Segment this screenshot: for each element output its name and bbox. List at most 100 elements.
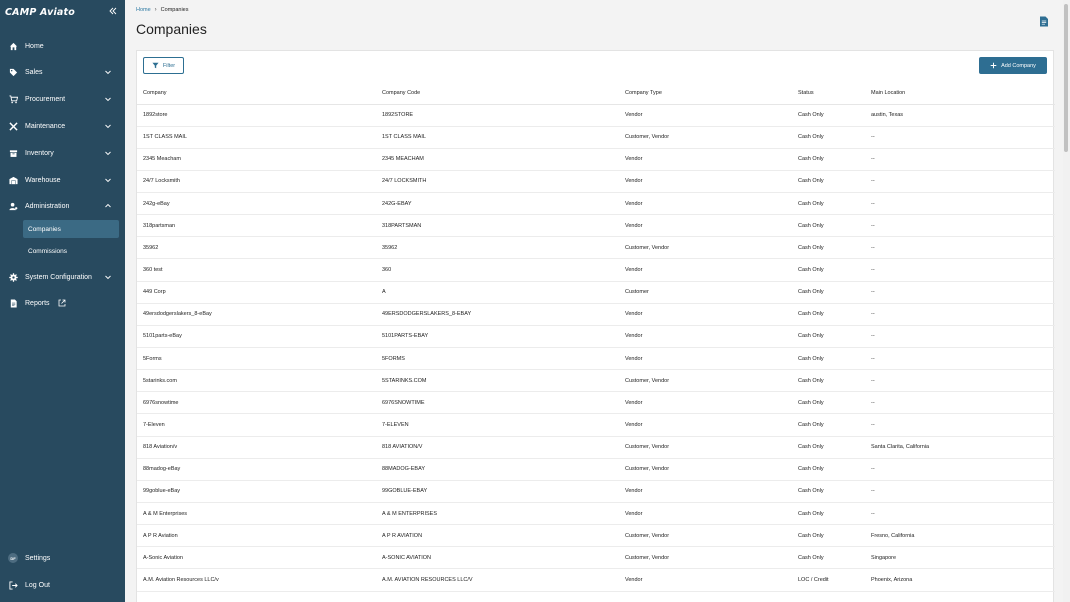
company-type-cell: Customer, Vendor: [619, 436, 792, 459]
cart-icon: [8, 94, 18, 104]
main-location-cell: Fresno, California: [865, 524, 1055, 548]
admin-icon: [8, 201, 18, 211]
column-header-main-location[interactable]: Main Location: [865, 82, 1055, 105]
collapse-sidebar-icon[interactable]: [107, 5, 119, 17]
table-row[interactable]: 49ersdodgerslakers_8-eBay 49ERSDODGERSLAK…: [137, 303, 1055, 326]
company-type-cell: Customer, Vendor: [619, 369, 792, 393]
sidebar-item-logout[interactable]: Log Out: [0, 575, 125, 595]
external-link-icon: [58, 299, 66, 307]
table-row[interactable]: A-Sonic Aviation A-SONIC AVIATION Customer…: [137, 546, 1055, 570]
table-row[interactable]: A.M. Aviation Resources LLC/v A.M. AVIATI…: [137, 568, 1055, 592]
chevron-down-icon: [105, 151, 111, 156]
company-type-cell: Vendor: [619, 347, 792, 371]
inventory-icon: [8, 148, 18, 158]
sidebar-subitem-companies[interactable]: Companies: [23, 220, 119, 238]
table-row[interactable]: 99goblue-eBay 99GOBLUE-EBAY Vendor Cash Onl…: [137, 480, 1055, 504]
company-cell: 99goblue-eBay: [137, 480, 376, 504]
company-cell: 1ST CLASS MAIL: [137, 126, 376, 149]
app-logo[interactable]: CAMP Aviato: [5, 7, 75, 18]
scrollbar-thumb[interactable]: [1064, 4, 1068, 152]
company-cell: 318partsman: [137, 214, 376, 238]
company-type-cell: Vendor: [619, 214, 792, 238]
sidebar: CAMP Aviato Home Sales Procurement Maint…: [0, 0, 125, 602]
company-type-cell: Vendor: [619, 325, 792, 349]
table-row[interactable]: 818 Aviation/v 818 AVIATION/V Customer, Ve…: [137, 436, 1055, 459]
table-row[interactable]: 1892store 1892STORE Vendor Cash Only austin,…: [137, 104, 1055, 127]
settings-label: Settings: [25, 554, 51, 562]
sidebar-item-reports[interactable]: Reports: [0, 293, 125, 313]
company-type-cell: Vendor: [619, 303, 792, 326]
status-cell: Cash Only: [792, 281, 865, 304]
sidebar-item-label: Maintenance: [25, 122, 66, 130]
table-row[interactable]: 24/7 Locksmith 24/7 LOCKSMITH Vendor Cash O…: [137, 170, 1055, 194]
sidebar-item-settings[interactable]: DF Settings: [0, 548, 125, 568]
sidebar-item-administration[interactable]: Administration: [0, 196, 125, 216]
company-code-cell: 1ST CLASS MAIL: [376, 126, 619, 149]
company-type-cell: Vendor: [619, 148, 792, 171]
column-header-company[interactable]: Company: [137, 82, 376, 105]
sidebar-item-system-configuration[interactable]: System Configuration: [0, 267, 125, 287]
table-row[interactable]: 7-Eleven 7-ELEVEN Vendor Cash Only --: [137, 413, 1055, 437]
table-row[interactable]: 5starinks.com 5STARINKS.COM Customer, Vend…: [137, 369, 1055, 393]
main-location-cell: --: [865, 303, 1055, 326]
main-location-cell: --: [865, 391, 1055, 415]
sidebar-item-inventory[interactable]: Inventory: [0, 143, 125, 163]
table-row[interactable]: A P R Aviation A P R AVIATION Customer, Ve…: [137, 524, 1055, 548]
table-row[interactable]: A & M Enterprises A & M ENTERPRISES Vendor…: [137, 502, 1055, 526]
table-row[interactable]: 2345 Meacham 2345 MEACHAM Vendor Cash Only -…: [137, 148, 1055, 171]
status-cell: Cash Only: [792, 436, 865, 459]
column-header-company-type[interactable]: Company Type: [619, 82, 792, 105]
sidebar-item-label: Home: [25, 42, 44, 50]
company-cell: 49ersdodgerslakers_8-eBay: [137, 303, 376, 326]
company-type-cell: Vendor: [619, 502, 792, 526]
company-cell: 1892store: [137, 104, 376, 127]
table-row[interactable]: 5101parts-eBay 5101PARTS-EBAY Vendor Cash O…: [137, 325, 1055, 349]
sidebar-item-home[interactable]: Home: [0, 36, 125, 56]
table-row[interactable]: 242g-eBay 242G-EBAY Vendor Cash Only --: [137, 192, 1055, 216]
table-row[interactable]: 360 test 360 Vendor Cash Only --: [137, 258, 1055, 282]
status-cell: Cash Only: [792, 104, 865, 127]
company-code-cell: 24/7 LOCKSMITH: [376, 170, 619, 194]
sidebar-item-warehouse[interactable]: Warehouse: [0, 170, 125, 190]
table-row[interactable]: 449 Corp A Customer Cash Only --: [137, 281, 1055, 304]
sidebar-item-label: Warehouse: [25, 176, 61, 184]
main-location-cell: --: [865, 214, 1055, 238]
sidebar-subitem-commissions[interactable]: Commissions: [23, 242, 119, 260]
company-cell: [137, 591, 376, 602]
table-row[interactable]: 318partsman 318PARTSMAN Vendor Cash Only --: [137, 214, 1055, 238]
table-row[interactable]: 88madog-eBay 88MADOG-EBAY Customer, Vendor…: [137, 458, 1055, 481]
company-cell: 2345 Meacham: [137, 148, 376, 171]
tag-icon: [8, 67, 18, 77]
table-row[interactable]: 5Forms 5FORMS Vendor Cash Only --: [137, 347, 1055, 371]
logout-label: Log Out: [25, 581, 50, 589]
filter-button[interactable]: Filter: [143, 57, 184, 74]
table-row[interactable]: [137, 591, 1055, 602]
main-location-cell: --: [865, 236, 1055, 260]
page-title: Companies: [136, 21, 207, 37]
status-cell: Cash Only: [792, 148, 865, 171]
main-location-cell: --: [865, 502, 1055, 526]
table-body: 1892store 1892STORE Vendor Cash Only austin,…: [137, 104, 1055, 602]
main-location-cell: --: [865, 192, 1055, 216]
document-icon[interactable]: [1039, 16, 1049, 27]
chevron-down-icon: [105, 275, 111, 280]
company-cell: 449 Corp: [137, 281, 376, 304]
table-row[interactable]: 35962 35962 Customer, Vendor Cash Only --: [137, 236, 1055, 260]
table-row[interactable]: 1ST CLASS MAIL 1ST CLASS MAIL Customer, Ve…: [137, 126, 1055, 149]
sidebar-item-maintenance[interactable]: Maintenance: [0, 116, 125, 136]
company-code-cell: 49ERSDODGERSLAKERS_8-EBAY: [376, 303, 619, 326]
breadcrumb-home-link[interactable]: Home: [136, 7, 151, 13]
column-header-company-code[interactable]: Company Code: [376, 82, 619, 105]
add-company-button[interactable]: Add Company: [979, 57, 1047, 74]
main-location-cell: austin, Texas: [865, 104, 1055, 127]
main-location-cell: --: [865, 413, 1055, 437]
chevron-down-icon: [105, 97, 111, 102]
main-location-cell: --: [865, 369, 1055, 393]
column-header-status[interactable]: Status: [792, 82, 865, 105]
status-cell: [792, 591, 865, 602]
companies-table: Company Company Code Company Type Status…: [137, 82, 1055, 602]
sidebar-item-sales[interactable]: Sales: [0, 62, 125, 82]
table-row[interactable]: 6976snowtime 6976SNOWTIME Vendor Cash Only -…: [137, 391, 1055, 415]
vertical-scrollbar[interactable]: [1063, 0, 1070, 602]
sidebar-item-procurement[interactable]: Procurement: [0, 89, 125, 109]
